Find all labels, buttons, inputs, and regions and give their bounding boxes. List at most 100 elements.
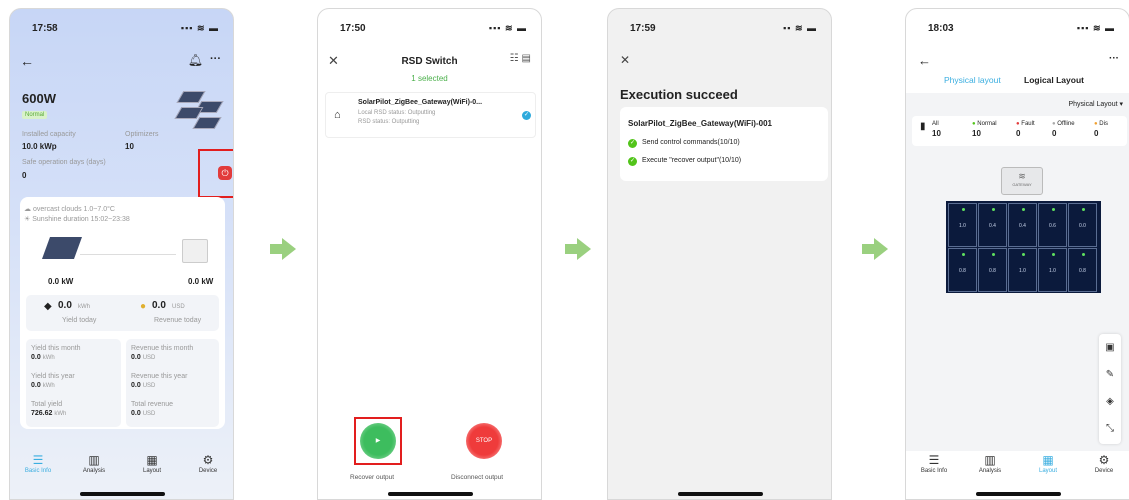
- tab-label: Device: [198, 468, 218, 474]
- tab-device[interactable]: ⚙︎ Device: [188, 453, 228, 474]
- signal-icon: ▪▪▪ ≋ ▬: [180, 23, 219, 33]
- more-icon[interactable]: ···: [1109, 53, 1119, 64]
- revenue-today-value: 0.0: [152, 300, 166, 311]
- panel-value: 0.8: [989, 268, 996, 274]
- weather-line: overcast clouds 1.0~7.0°C: [32, 206, 115, 213]
- list-settings-icon[interactable]: ☷ ▤: [510, 53, 531, 64]
- tab-label: Basic Info: [920, 468, 948, 474]
- tab-label: Layout: [1038, 468, 1057, 474]
- tab-analysis[interactable]: ▥ Analysis: [74, 453, 114, 474]
- tab-device[interactable]: ⚙︎ Device: [1084, 453, 1124, 474]
- more-icon[interactable]: ···: [210, 53, 221, 65]
- filter-offline[interactable]: ● Offline 0: [1052, 121, 1075, 138]
- inverter-power: 0.0 kW: [188, 277, 214, 286]
- panel-value: 0.8: [959, 268, 966, 274]
- panel-cell[interactable]: 0.6: [1038, 203, 1067, 247]
- layout-tools: ▣ ✎ ◈ ⤡: [1099, 334, 1121, 444]
- signal-icon: ▪▪▪ ≋ ▬: [488, 23, 527, 33]
- page-title: Execution succeed: [620, 87, 738, 102]
- panel-cell[interactable]: 0.8: [1068, 248, 1097, 292]
- bar-chart-icon: ▥: [984, 453, 996, 467]
- stat-label: Yield this year: [31, 373, 75, 380]
- home-indicator: [678, 492, 763, 496]
- gateway-box[interactable]: ≋ GATEWAY: [1001, 167, 1043, 195]
- layers-icon[interactable]: ◈: [1099, 388, 1121, 415]
- disconnect-output-button[interactable]: STOP: [466, 423, 502, 459]
- grid-icon: ▦: [1042, 453, 1054, 467]
- device-name: SolarPilot_ZigBee_Gateway(WiFi)-001: [628, 119, 772, 128]
- flow-arrow-icon: [270, 238, 296, 260]
- bar-chart-icon: ▥: [88, 453, 100, 467]
- panel-cell[interactable]: 0.4: [1008, 203, 1037, 247]
- device-list-item[interactable]: ⌂ SolarPilot_ZigBee_Gateway(WiFi)-0... L…: [325, 92, 536, 138]
- stat-value: 0.0: [131, 354, 141, 361]
- stat-unit: kWh: [54, 411, 67, 417]
- panel-cell[interactable]: 1.0: [1008, 248, 1037, 292]
- panel-cell[interactable]: 0.0: [1068, 203, 1097, 247]
- tab-analysis[interactable]: ▥ Analysis: [970, 453, 1010, 474]
- tab-logical-layout[interactable]: Logical Layout: [1024, 75, 1084, 85]
- tab-label: Analysis: [82, 468, 106, 474]
- current-power: 600W: [22, 91, 56, 106]
- tab-label: Device: [1094, 468, 1114, 474]
- back-arrow-icon[interactable]: ←: [20, 53, 34, 69]
- filter-disconnected[interactable]: ● Dis 0: [1094, 121, 1108, 138]
- image-icon[interactable]: ▣: [1099, 334, 1121, 361]
- collapse-icon[interactable]: ⤡: [1099, 415, 1121, 442]
- overview-card: ☁︎ overcast clouds 1.0~7.0°C ☀︎ Sunshine…: [20, 197, 225, 429]
- flow-arrow-icon: [862, 238, 888, 260]
- home-indicator: [80, 492, 165, 496]
- tab-physical-layout[interactable]: Physical layout: [944, 75, 1001, 85]
- stat-value: 0.0: [31, 382, 41, 389]
- stat-value-row: 0.0 kWh: [31, 354, 55, 361]
- capacity-value: 10.0 kWp: [22, 142, 57, 151]
- filter-all[interactable]: All 10: [932, 121, 941, 138]
- tab-basic-info[interactable]: ☰ Basic Info: [914, 453, 954, 474]
- filter-label: Offline: [1057, 121, 1075, 127]
- layout-dropdown[interactable]: Physical Layout ▾: [1069, 100, 1124, 108]
- rsd-power-button[interactable]: ⏻: [218, 166, 232, 180]
- success-check-icon: ✓: [628, 139, 637, 148]
- device-icon: ⚙︎: [202, 453, 214, 467]
- panel-cell[interactable]: 0.8: [978, 248, 1007, 292]
- panel-cell[interactable]: 1.0: [948, 203, 977, 247]
- status-bar: 17:59 ▪▪ ≋ ▬: [608, 21, 831, 37]
- stat-unit: kWh: [42, 355, 55, 361]
- status-time: 17:59: [630, 23, 656, 34]
- tab-layout[interactable]: ▦ Layout: [1028, 453, 1068, 474]
- signal-icon: ▪▪▪ ≋ ▬: [1076, 23, 1115, 33]
- filter-value: 10: [972, 129, 981, 138]
- stat-value: 726.62: [31, 410, 53, 417]
- normal-dot-icon: ●: [972, 121, 976, 127]
- stat-unit: USD: [142, 411, 156, 417]
- edit-icon[interactable]: ✎: [1099, 361, 1121, 388]
- panel-value: 0.6: [1049, 223, 1056, 229]
- layout-screen: 18:03 ▪▪▪ ≋ ▬ ← ··· Physical layout Logi…: [905, 8, 1129, 500]
- tab-label: Layout: [142, 468, 161, 474]
- filter-label: Fault: [1021, 121, 1035, 127]
- tab-basic-info[interactable]: ☰ Basic Info: [18, 453, 58, 474]
- bottom-tab-bar: ☰ Basic Info ▥ Analysis ▦ Layout ⚙︎ Device: [906, 453, 1129, 487]
- panel-cell[interactable]: 0.4: [978, 203, 1007, 247]
- capacity-label: Installed capacity: [22, 131, 76, 138]
- flow-arrow-icon: [565, 238, 591, 260]
- bell-icon[interactable]: 🔔︎: [188, 53, 203, 67]
- revenue-stats-box: Revenue this month 0.0 USD Revenue this …: [126, 339, 219, 427]
- panel-cell[interactable]: 0.8: [948, 248, 977, 292]
- status-bar: 17:50 ▪▪▪ ≋ ▬: [318, 21, 541, 37]
- close-icon[interactable]: ✕: [620, 53, 630, 67]
- status-time: 17:58: [32, 23, 58, 34]
- panel-value: 0.4: [1019, 223, 1026, 229]
- check-icon[interactable]: ✓: [522, 111, 531, 120]
- recover-output-button[interactable]: ▶: [360, 423, 396, 459]
- gateway-label: GATEWAY: [1012, 182, 1032, 187]
- tab-layout[interactable]: ▦ Layout: [132, 453, 172, 474]
- filter-fault[interactable]: ● Fault 0: [1016, 121, 1035, 138]
- filter-normal[interactable]: ● Normal 10: [972, 121, 997, 138]
- back-arrow-icon[interactable]: ←: [918, 53, 931, 68]
- pv-power: 0.0 kW: [48, 277, 74, 286]
- stat-label: Revenue this year: [131, 373, 188, 380]
- panel-cell[interactable]: 1.0: [1038, 248, 1067, 292]
- stat-unit: kWh: [42, 383, 55, 389]
- tab-label: Analysis: [978, 468, 1002, 474]
